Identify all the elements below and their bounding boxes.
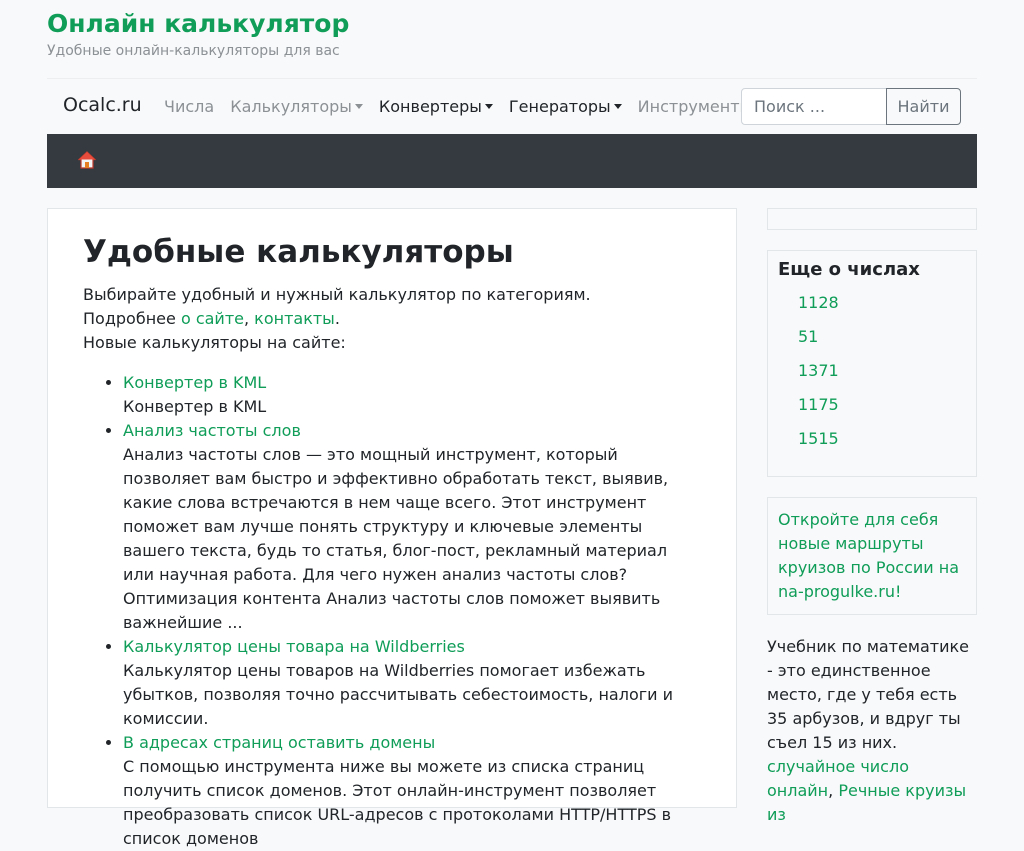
brand-link[interactable]: Ocalc.ru <box>63 94 142 116</box>
intro-text: Выбирайте удобный и нужный калькулятор п… <box>83 285 591 304</box>
nav-item-numbers[interactable]: Числа <box>164 97 214 116</box>
chevron-down-icon <box>484 104 493 109</box>
contacts-link[interactable]: контакты <box>254 309 335 328</box>
list-item: 1371 <box>798 359 839 393</box>
number-link[interactable]: 1128 <box>798 293 839 312</box>
sidebar-textbook-text: Учебник по математике - это единственное… <box>767 637 969 824</box>
number-link[interactable]: 1515 <box>798 429 839 448</box>
calculator-link[interactable]: Конвертер в KML <box>123 373 266 392</box>
cruise-ad-link[interactable]: Откройте для себя новые маршруты круизов… <box>778 508 968 604</box>
list-item: Анализ частоты слов Анализ частоты слов … <box>123 419 693 635</box>
sidebar-ad-box: Откройте для себя новые маршруты круизов… <box>767 497 977 615</box>
list-item: 1175 <box>798 393 839 427</box>
sidebar-empty-box <box>767 208 977 230</box>
search-input[interactable]: Поиск ... <box>741 88 887 125</box>
main-navbar: Ocalc.ru Числа Калькуляторы Конвертеры Г… <box>47 78 977 134</box>
nav-menu: Числа Калькуляторы Конвертеры Генераторы… <box>164 97 779 116</box>
numbers-list: 1128 51 1371 1175 1515 <box>798 291 839 461</box>
main-content-card: Удобные калькуляторы Выбирайте удобный и… <box>47 208 737 848</box>
sidebar-numbers-box: Еще о числах 1128 51 1371 1175 1515 <box>767 250 977 477</box>
search-button[interactable]: Найти <box>886 88 961 125</box>
home-icon[interactable] <box>78 151 96 169</box>
nav-item-generators[interactable]: Генераторы <box>509 97 622 116</box>
list-item: 1515 <box>798 427 839 461</box>
list-item: 51 <box>798 325 839 359</box>
nav-item-converters[interactable]: Конвертеры <box>379 97 493 116</box>
more-info-line: Подробнее о сайте, контакты. <box>83 309 340 328</box>
numbers-title: Еще о числах <box>778 259 920 280</box>
calculator-link[interactable]: Калькулятор цены товара на Wildberries <box>123 637 465 656</box>
chevron-down-icon <box>613 104 622 109</box>
about-link[interactable]: о сайте <box>181 309 244 328</box>
calculator-description: Калькулятор цены товаров на Wildberries … <box>123 661 674 728</box>
site-header: Онлайн калькулятор Удобные онлайн-кальку… <box>47 8 349 60</box>
new-calculators-label: Новые калькуляторы на сайте: <box>83 333 346 352</box>
calculator-description: Анализ частоты слов — это мощный инструм… <box>123 445 669 632</box>
number-link[interactable]: 51 <box>798 327 818 346</box>
site-title[interactable]: Онлайн калькулятор <box>47 8 349 40</box>
calculator-link[interactable]: В адресах страниц оставить домены <box>123 733 435 752</box>
breadcrumb <box>47 134 977 188</box>
number-link[interactable]: 1371 <box>798 361 839 380</box>
calculator-link[interactable]: Анализ частоты слов <box>123 421 301 440</box>
chevron-down-icon <box>354 104 363 109</box>
list-item: 1128 <box>798 291 839 325</box>
calculator-description: С помощью инструмента ниже вы можете из … <box>123 757 672 848</box>
list-item: Калькулятор цены товара на Wildberries К… <box>123 635 693 731</box>
list-item: Конвертер в KML Конвертер в KML <box>123 371 693 419</box>
page-title: Удобные калькуляторы <box>83 234 514 270</box>
calculator-description: Конвертер в KML <box>123 397 267 416</box>
site-subtitle: Удобные онлайн-калькуляторы для вас <box>47 43 340 59</box>
new-calculators-list: Конвертер в KML Конвертер в KML Анализ ч… <box>83 371 693 851</box>
nav-item-calculators[interactable]: Калькуляторы <box>230 97 363 116</box>
number-link[interactable]: 1175 <box>798 395 839 414</box>
list-item: В адресах страниц оставить домены С помо… <box>123 731 693 851</box>
